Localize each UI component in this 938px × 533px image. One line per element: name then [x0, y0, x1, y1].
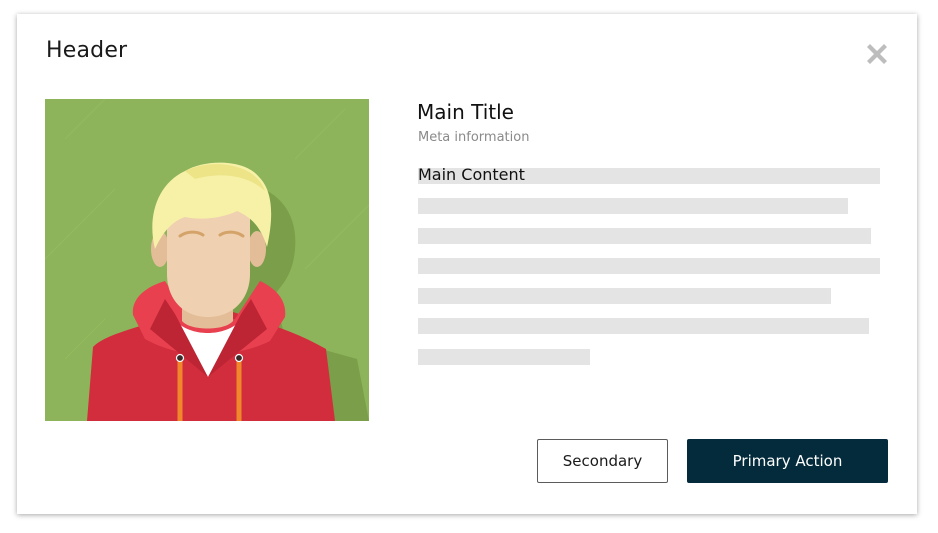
close-icon	[867, 44, 887, 64]
primary-action-button[interactable]: Primary Action	[687, 439, 888, 483]
main-title: Main Title	[417, 100, 514, 124]
avatar-image	[45, 99, 369, 421]
content-placeholder-line	[418, 288, 831, 304]
modal-dialog: Header Main Title Meta information Main …	[17, 14, 917, 514]
secondary-button[interactable]: Secondary	[537, 439, 668, 483]
content-placeholder-line	[418, 318, 869, 334]
close-button[interactable]	[863, 40, 891, 68]
content-placeholder-line	[418, 349, 590, 365]
content-placeholder-line	[418, 198, 848, 214]
meta-information: Meta information	[418, 130, 530, 145]
main-content-label: Main Content	[418, 165, 525, 184]
content-placeholder-line	[418, 228, 871, 244]
modal-header: Header	[46, 38, 128, 63]
content-placeholder-line	[418, 258, 880, 274]
user-avatar-illustration	[45, 99, 369, 421]
